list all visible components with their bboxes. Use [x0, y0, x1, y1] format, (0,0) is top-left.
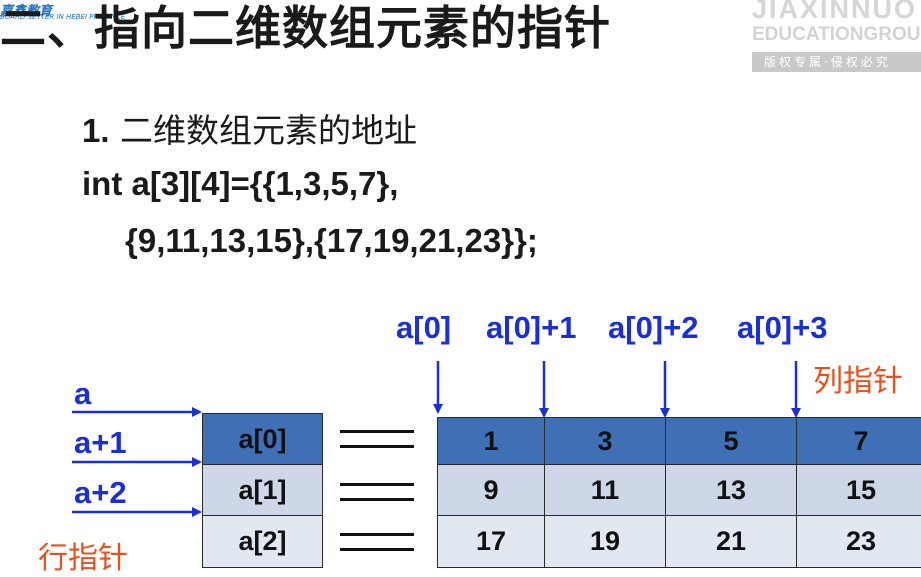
matrix-cell-2-1: 19 — [544, 515, 666, 568]
equivalence-bar — [340, 498, 414, 501]
matrix-cell-1-0: 9 — [437, 464, 545, 516]
equivalence-bar — [340, 445, 414, 448]
equivalence-bar — [340, 548, 414, 551]
matrix-cell-0-2: 5 — [665, 417, 797, 465]
matrix-cell-0-0: 1 — [437, 417, 545, 465]
matrix-cell-1-1: 11 — [544, 464, 666, 516]
matrix-cell-1-3: 15 — [796, 464, 921, 516]
row-cell-1: a[1] — [202, 464, 323, 516]
row-cell-2: a[2] — [202, 515, 323, 568]
equivalence-bar — [340, 533, 414, 536]
matrix-cell-2-2: 21 — [665, 515, 797, 568]
matrix-cell-0-1: 3 — [544, 417, 666, 465]
matrix-cell-0-3: 7 — [796, 417, 921, 465]
equivalence-bar — [340, 483, 414, 486]
matrix-cell-2-3: 23 — [796, 515, 921, 568]
matrix-cell-1-2: 13 — [665, 464, 797, 516]
row-cell-0: a[0] — [202, 413, 323, 465]
equivalence-bar — [340, 430, 414, 433]
matrix-cell-2-0: 17 — [437, 515, 545, 568]
